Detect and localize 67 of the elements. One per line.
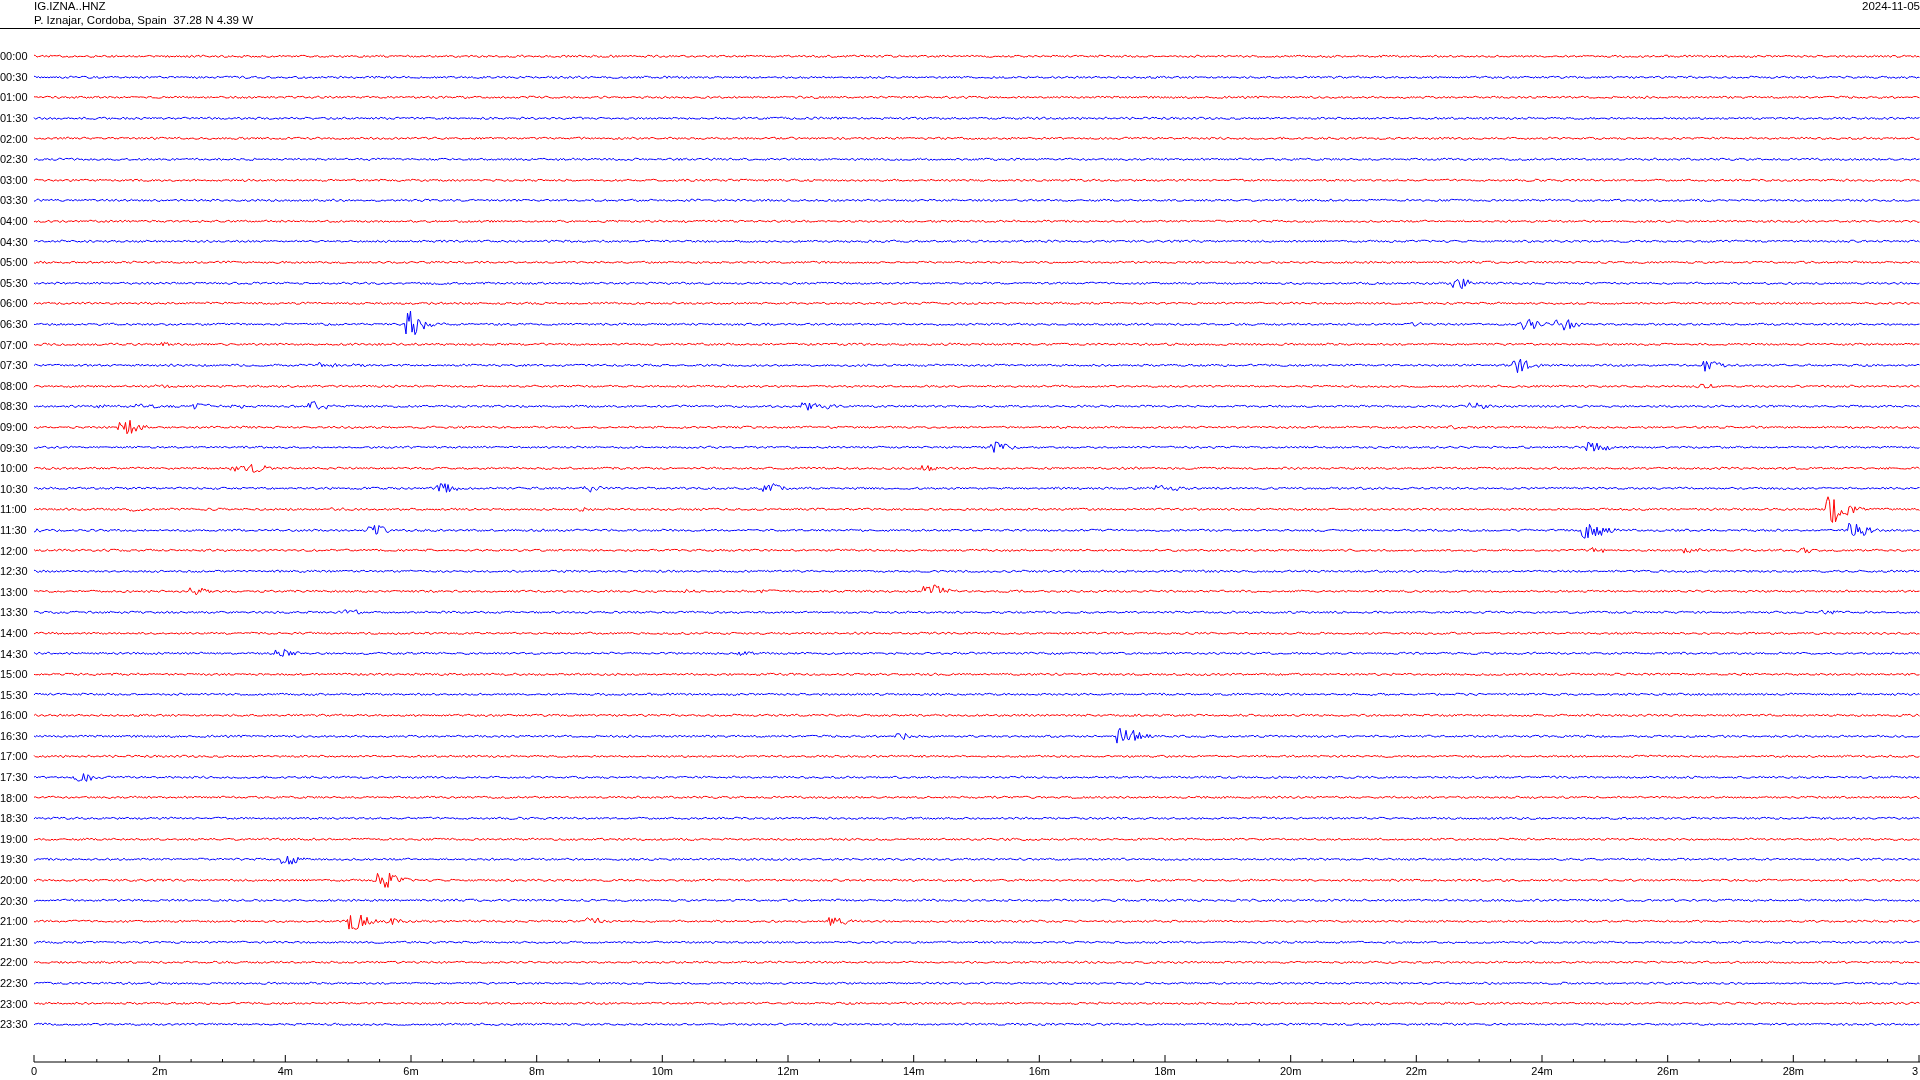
row-time-label: 10:30: [0, 482, 29, 495]
axis-tick-label: 12m: [777, 1064, 799, 1077]
row-time-label: 04:30: [0, 235, 29, 248]
row-time-label: 19:30: [0, 853, 29, 866]
row-time-label: 01:30: [0, 112, 29, 125]
row-time-label: 22:30: [0, 977, 29, 989]
row-time-label: 21:30: [0, 935, 29, 948]
row-time-label: 07:30: [0, 359, 29, 372]
row-time-label: 20:00: [0, 874, 29, 887]
row-time-label: 17:30: [0, 771, 29, 784]
axis-tick-label: 18m: [1154, 1064, 1176, 1077]
axis-tick-label: 4m: [277, 1064, 293, 1077]
row-time-label: 05:30: [0, 276, 29, 289]
station-code: IG.IZNA..HNZ: [34, 0, 107, 13]
row-time-label: 05:00: [0, 256, 29, 269]
row-time-label: 21:00: [0, 915, 29, 928]
axis-tick-label: 24m: [1531, 1064, 1553, 1077]
row-time-label: 17:00: [0, 750, 29, 763]
row-time-label: 12:00: [0, 544, 29, 557]
axis-tick-label: 14m: [902, 1064, 925, 1077]
row-time-label: 03:30: [0, 194, 29, 207]
row-time-label: 02:00: [0, 132, 29, 145]
axis-tick-label: 20m: [1279, 1064, 1302, 1077]
axis-tick-label: 16m: [1028, 1064, 1051, 1077]
axis-tick-label: 26m: [1656, 1064, 1679, 1077]
row-time-label: 18:30: [0, 812, 29, 825]
row-time-label: 00:30: [0, 70, 29, 83]
row-time-label: 08:30: [0, 400, 29, 413]
station-location: P. Iznajar, Cordoba, Spain 37.28 N 4.39 W: [34, 13, 254, 27]
row-time-label: 18:00: [0, 791, 29, 804]
plot-date: 2024-11-05: [1862, 0, 1920, 14]
row-time-label: 22:00: [0, 956, 29, 969]
row-time-label: 14:00: [0, 626, 29, 639]
row-time-label: 11:00: [0, 503, 28, 516]
axis-tick-label: 8m: [529, 1064, 545, 1077]
row-time-label: 01:00: [0, 91, 29, 104]
axis-tick-label: 10m: [651, 1064, 674, 1077]
row-time-label: 04:00: [0, 215, 29, 228]
axis-tick-label: 6m: [403, 1064, 419, 1077]
row-time-label: 02:30: [0, 153, 29, 166]
row-time-label: 15:30: [0, 688, 29, 701]
axis-tick-label: 0: [30, 1064, 38, 1077]
row-time-label: 13:00: [0, 585, 29, 598]
row-time-label: 15:00: [0, 668, 29, 681]
row-time-label: 12:30: [0, 565, 29, 578]
row-time-label: 08:00: [0, 379, 29, 392]
row-time-label: 19:00: [0, 832, 29, 845]
row-time-label: 23:30: [0, 1018, 29, 1031]
row-time-label: 09:30: [0, 441, 29, 454]
row-time-label: 06:00: [0, 297, 29, 310]
axis-tick-label: 22m: [1405, 1064, 1428, 1077]
axis-tick-label: 2m: [152, 1064, 168, 1077]
row-time-label: 00:00: [0, 50, 29, 63]
axis-tick-label: 3: [1912, 1064, 1919, 1077]
row-time-label: 23:00: [0, 997, 29, 1010]
row-time-label: 09:00: [0, 421, 29, 433]
row-time-label: 16:30: [0, 729, 29, 742]
row-time-label: 10:00: [0, 462, 29, 475]
row-time-label: 20:30: [0, 894, 29, 907]
row-time-label: 14:30: [0, 647, 29, 660]
row-time-label: 03:00: [0, 173, 29, 186]
row-time-label: 06:30: [0, 318, 29, 330]
axis-tick-label: 28m: [1782, 1064, 1805, 1077]
row-time-label: 07:00: [0, 338, 29, 351]
row-time-label: 16:00: [0, 709, 29, 722]
row-time-label: 13:30: [0, 606, 29, 619]
row-time-label: 11:30: [0, 523, 28, 536]
